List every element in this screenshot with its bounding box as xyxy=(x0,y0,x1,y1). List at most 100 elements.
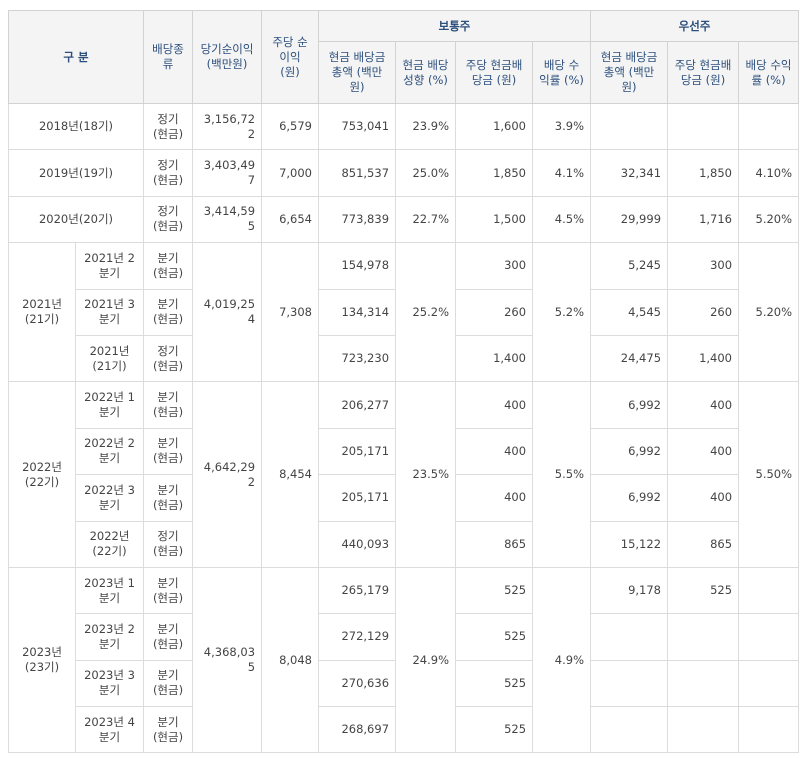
common-total-cell: 134,314 xyxy=(318,288,397,336)
preferred-dps-cell: 525 xyxy=(667,566,740,615)
header-preferred-stock: 우선주 xyxy=(590,10,800,42)
common-yield-cell: 5.2% xyxy=(532,242,592,383)
header-common-yield: 배당 수익률 (%) xyxy=(532,41,592,104)
preferred-total-cell: 32,341 xyxy=(590,149,669,197)
header-common-dps: 주당 현금배당금 (원) xyxy=(455,41,534,104)
eps-cell: 8,454 xyxy=(261,381,320,568)
preferred-dps-cell: 1,716 xyxy=(667,195,740,244)
period-cell: 2022년 2 분기 xyxy=(74,427,145,476)
year-group-cell: 2022년 (22기) xyxy=(8,381,76,568)
common-payout-cell: 23.9% xyxy=(395,102,457,151)
net-income-cell: 4,019,254 xyxy=(192,242,263,383)
table-row: 2023년 (23기) 2023년 1 분기 분기 (현금) 4,368,035… xyxy=(8,566,800,754)
dividend-type-cell: 분기 (현금) xyxy=(143,474,194,522)
preferred-yield-cell xyxy=(738,613,800,661)
common-total-cell: 753,041 xyxy=(318,102,397,151)
common-dps-cell: 400 xyxy=(455,474,534,522)
preferred-yield-cell xyxy=(738,102,800,151)
preferred-total-cell: 6,992 xyxy=(590,381,669,429)
preferred-yield-cell: 4.10% xyxy=(738,149,800,197)
common-dps-cell: 400 xyxy=(455,381,534,429)
preferred-dps-cell: 1,400 xyxy=(667,334,740,383)
preferred-total-cell: 29,999 xyxy=(590,195,669,244)
table-row: 2018년(18기) 정기 (현금) 3,156,722 6,579 753,0… xyxy=(7,102,800,151)
preferred-dps-cell: 400 xyxy=(667,427,740,476)
eps-cell: 7,308 xyxy=(261,242,320,383)
table-row: 2019년(19기) 정기 (현금) 3,403,497 7,000 851,5… xyxy=(7,149,800,197)
common-dps-cell: 525 xyxy=(455,659,534,708)
common-total-cell: 205,171 xyxy=(318,474,397,522)
header-common-total: 현금 배당금 총액 (백만원) xyxy=(318,41,397,104)
year-cell: 2020년(20기) xyxy=(7,195,145,244)
common-payout-cell: 25.2% xyxy=(395,242,457,383)
table-row: 2021년 (21기) 2021년 2 분기 분기 (현금) 4,019,254… xyxy=(8,242,800,383)
period-cell: 2022년 (22기) xyxy=(74,520,145,568)
preferred-total-cell: 5,245 xyxy=(590,242,669,290)
common-payout-cell: 24.9% xyxy=(395,566,457,754)
period-cell: 2021년 2 분기 xyxy=(74,242,145,290)
net-income-cell: 3,414,595 xyxy=(192,195,263,244)
preferred-total-cell xyxy=(590,613,669,661)
net-income-cell: 4,642,292 xyxy=(192,381,263,568)
header-common-payout: 현금 배당 성향 (%) xyxy=(395,41,457,104)
common-payout-cell: 25.0% xyxy=(395,149,457,197)
common-total-cell: 723,230 xyxy=(318,334,397,383)
period-cell: 2021년 (21기) xyxy=(74,334,145,383)
eps-cell: 8,048 xyxy=(261,566,320,754)
common-dps-cell: 400 xyxy=(455,427,534,476)
header-common-stock: 보통주 xyxy=(318,10,592,42)
preferred-dps-cell: 300 xyxy=(667,242,740,290)
preferred-dps-cell: 400 xyxy=(667,474,740,522)
common-dps-cell: 525 xyxy=(455,613,534,661)
common-total-cell: 773,839 xyxy=(318,195,397,244)
preferred-yield-cell: 5.20% xyxy=(738,195,800,244)
preferred-dps-cell xyxy=(667,706,740,754)
period-cell: 2023년 3 분기 xyxy=(74,659,145,708)
eps-cell: 6,654 xyxy=(261,195,320,244)
preferred-yield-cell xyxy=(738,706,800,754)
year-cell: 2018년(18기) xyxy=(7,102,145,151)
dividend-type-cell: 정기 (현금) xyxy=(143,334,194,383)
preferred-dps-cell: 1,850 xyxy=(667,149,740,197)
common-yield-cell: 4.9% xyxy=(532,566,592,754)
common-dps-cell: 1,600 xyxy=(455,102,534,151)
common-payout-cell: 22.7% xyxy=(395,195,457,244)
common-total-cell: 265,179 xyxy=(318,566,397,615)
preferred-dps-cell: 400 xyxy=(667,381,740,429)
header-eps: 주당 순이익 (원) xyxy=(261,10,320,104)
period-cell: 2022년 1 분기 xyxy=(74,381,145,429)
common-total-cell: 851,537 xyxy=(318,149,397,197)
dividend-type-cell: 분기 (현금) xyxy=(143,288,194,336)
dividend-type-cell: 분기 (현금) xyxy=(143,566,194,615)
table-header: 구 분 배당종류 당기순이익 (백만원) 주당 순이익 (원) 보통주 우선주 … xyxy=(7,10,800,104)
common-dps-cell: 1,500 xyxy=(455,195,534,244)
net-income-cell: 4,368,035 xyxy=(192,566,263,754)
net-income-cell: 3,156,722 xyxy=(192,102,263,151)
table-row: 2020년(20기) 정기 (현금) 3,414,595 6,654 773,8… xyxy=(7,195,800,244)
preferred-total-cell xyxy=(590,659,669,708)
dividend-table: 구 분 배당종류 당기순이익 (백만원) 주당 순이익 (원) 보통주 우선주 … xyxy=(7,10,800,754)
preferred-yield-cell: 5.20% xyxy=(738,242,800,383)
header-preferred-total: 현금 배당금 총액 (백만원) xyxy=(590,41,669,104)
preferred-total-cell: 9,178 xyxy=(590,566,669,615)
header-preferred-yield: 배당 수익률 (%) xyxy=(738,41,800,104)
dividend-type-cell: 분기 (현금) xyxy=(143,242,194,290)
dividend-type-cell: 정기 (현금) xyxy=(143,102,194,151)
common-dps-cell: 1,850 xyxy=(455,149,534,197)
preferred-yield-cell: 5.50% xyxy=(738,381,800,568)
period-cell: 2021년 3 분기 xyxy=(74,288,145,336)
preferred-yield-cell xyxy=(738,659,800,708)
preferred-dps-cell: 260 xyxy=(667,288,740,336)
net-income-cell: 3,403,497 xyxy=(192,149,263,197)
dividend-type-cell: 분기 (현금) xyxy=(143,659,194,708)
dividend-type-cell: 분기 (현금) xyxy=(143,613,194,661)
period-cell: 2022년 3 분기 xyxy=(74,474,145,522)
year-cell: 2019년(19기) xyxy=(7,149,145,197)
preferred-dps-cell xyxy=(667,659,740,708)
period-cell: 2023년 2 분기 xyxy=(74,613,145,661)
common-yield-cell: 4.5% xyxy=(532,195,592,244)
common-dps-cell: 300 xyxy=(455,242,534,290)
preferred-total-cell: 6,992 xyxy=(590,427,669,476)
dividend-type-cell: 정기 (현금) xyxy=(143,520,194,568)
period-cell: 2023년 4 분기 xyxy=(74,706,145,754)
